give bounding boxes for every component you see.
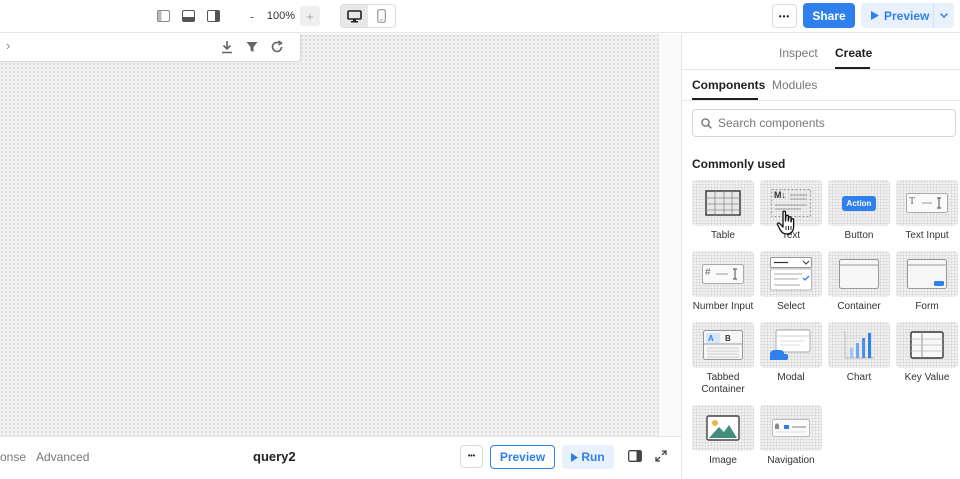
image-icon <box>706 415 740 441</box>
right-panel: Inspect Create Components Modules Common… <box>681 34 960 479</box>
component-label: Container <box>837 301 881 312</box>
component-key-value[interactable]: Key Value <box>896 322 958 384</box>
download-icon[interactable] <box>220 40 234 54</box>
tab-modules[interactable]: Modules <box>772 78 817 92</box>
expand-icon[interactable] <box>654 449 668 463</box>
filter-icon[interactable] <box>245 40 259 54</box>
chart-icon <box>844 331 874 359</box>
mobile-view-button[interactable] <box>368 5 395 27</box>
pointer-cursor-icon <box>776 210 795 235</box>
mobile-icon <box>377 9 386 23</box>
key-value-icon <box>910 331 944 359</box>
component-table[interactable]: Table <box>692 180 754 242</box>
search-icon <box>701 117 712 129</box>
component-label: Tabbed Container <box>701 372 745 395</box>
query-name[interactable]: query2 <box>253 449 296 464</box>
navigation-icon <box>772 419 810 437</box>
component-form[interactable]: Form <box>896 251 958 313</box>
markdown-glyph: M↓ <box>774 190 786 200</box>
query-editor-bar: onse Advanced query2 ••• Preview Run <box>0 436 681 479</box>
component-label: Table <box>711 230 735 241</box>
component-search[interactable] <box>692 109 956 137</box>
tab-inspect[interactable]: Inspect <box>779 46 818 60</box>
desktop-view-button[interactable] <box>341 5 368 27</box>
more-options-button[interactable]: ••• <box>772 4 797 28</box>
component-navigation[interactable]: Navigation <box>760 405 822 467</box>
component-label: Text Input <box>905 230 949 241</box>
select-icon <box>770 257 812 291</box>
panel-tabs: Inspect Create <box>682 34 960 70</box>
component-label: Image <box>709 455 737 466</box>
bottom-panel-toggle-icon[interactable] <box>180 8 196 24</box>
table-widget-toolbar[interactable]: › <box>0 34 301 62</box>
zoom-out-button[interactable]: - <box>242 6 262 26</box>
right-panel-toggle-icon[interactable] <box>205 8 221 24</box>
component-label: Navigation <box>767 455 815 466</box>
active-tab-indicator <box>835 67 870 69</box>
input-glyph: T <box>909 196 916 207</box>
query-preview-button[interactable]: Preview <box>490 445 555 469</box>
canvas-scroll-gutter[interactable] <box>658 34 681 436</box>
app-canvas[interactable] <box>0 34 681 436</box>
refresh-icon[interactable] <box>270 40 284 54</box>
preview-button[interactable]: Preview <box>861 3 954 28</box>
number-glyph: # <box>705 267 711 278</box>
component-label: Number Input <box>692 301 754 312</box>
component-label: Key Value <box>904 372 950 383</box>
component-chart[interactable]: Chart <box>828 322 890 384</box>
component-label: Select <box>777 301 805 312</box>
chevron-down-icon <box>940 13 948 18</box>
tab-components[interactable]: Components <box>692 78 765 92</box>
container-icon <box>839 259 879 289</box>
component-modal[interactable]: Modal <box>760 322 822 384</box>
form-icon <box>907 259 947 289</box>
component-label: Form <box>915 301 939 312</box>
divider <box>682 100 960 101</box>
query-run-button[interactable]: Run <box>562 445 614 469</box>
component-image[interactable]: Image <box>692 405 754 467</box>
preview-button-label: Preview <box>884 8 930 23</box>
tab-create[interactable]: Create <box>835 46 872 60</box>
top-toolbar: - 100% + ••• Share Preview <box>0 0 960 33</box>
table-icon <box>705 190 741 216</box>
component-label: Button <box>844 230 874 241</box>
button-icon: Action <box>841 195 877 211</box>
zoom-level: 100% <box>266 10 296 22</box>
left-panel-toggle-icon[interactable] <box>155 8 171 24</box>
component-label: Modal <box>777 372 805 383</box>
section-title: Commonly used <box>692 157 786 171</box>
play-icon <box>571 452 579 462</box>
desktop-icon <box>347 9 362 22</box>
tab-a-glyph: A <box>708 334 714 343</box>
tab-b-glyph: B <box>725 334 731 343</box>
run-button-label: Run <box>581 450 605 464</box>
component-label: Chart <box>846 372 872 383</box>
modal-icon <box>770 329 811 360</box>
tab-response[interactable]: onse <box>0 450 26 464</box>
device-toggle <box>340 4 396 28</box>
component-button[interactable]: Action Button <box>828 180 890 242</box>
tab-advanced[interactable]: Advanced <box>36 450 89 464</box>
component-number-input[interactable]: # Number Input <box>692 251 754 313</box>
share-button[interactable]: Share <box>803 3 855 28</box>
component-text[interactable]: M↓ Text <box>760 180 822 242</box>
query-more-options-button[interactable]: ••• <box>460 445 483 468</box>
zoom-control: - 100% + <box>242 5 324 27</box>
search-input[interactable] <box>718 116 948 130</box>
component-container[interactable]: Container <box>828 251 890 313</box>
component-select[interactable]: Select <box>760 251 822 313</box>
component-text-input[interactable]: T Text Input <box>896 180 958 242</box>
pagination-next-icon[interactable]: › <box>6 38 10 53</box>
play-icon <box>871 11 879 20</box>
zoom-in-button[interactable]: + <box>300 6 320 26</box>
component-tabbed-container[interactable]: A B Tabbed Container <box>692 322 754 396</box>
dock-panel-icon[interactable] <box>628 449 642 463</box>
preview-dropdown-toggle[interactable] <box>933 3 954 28</box>
